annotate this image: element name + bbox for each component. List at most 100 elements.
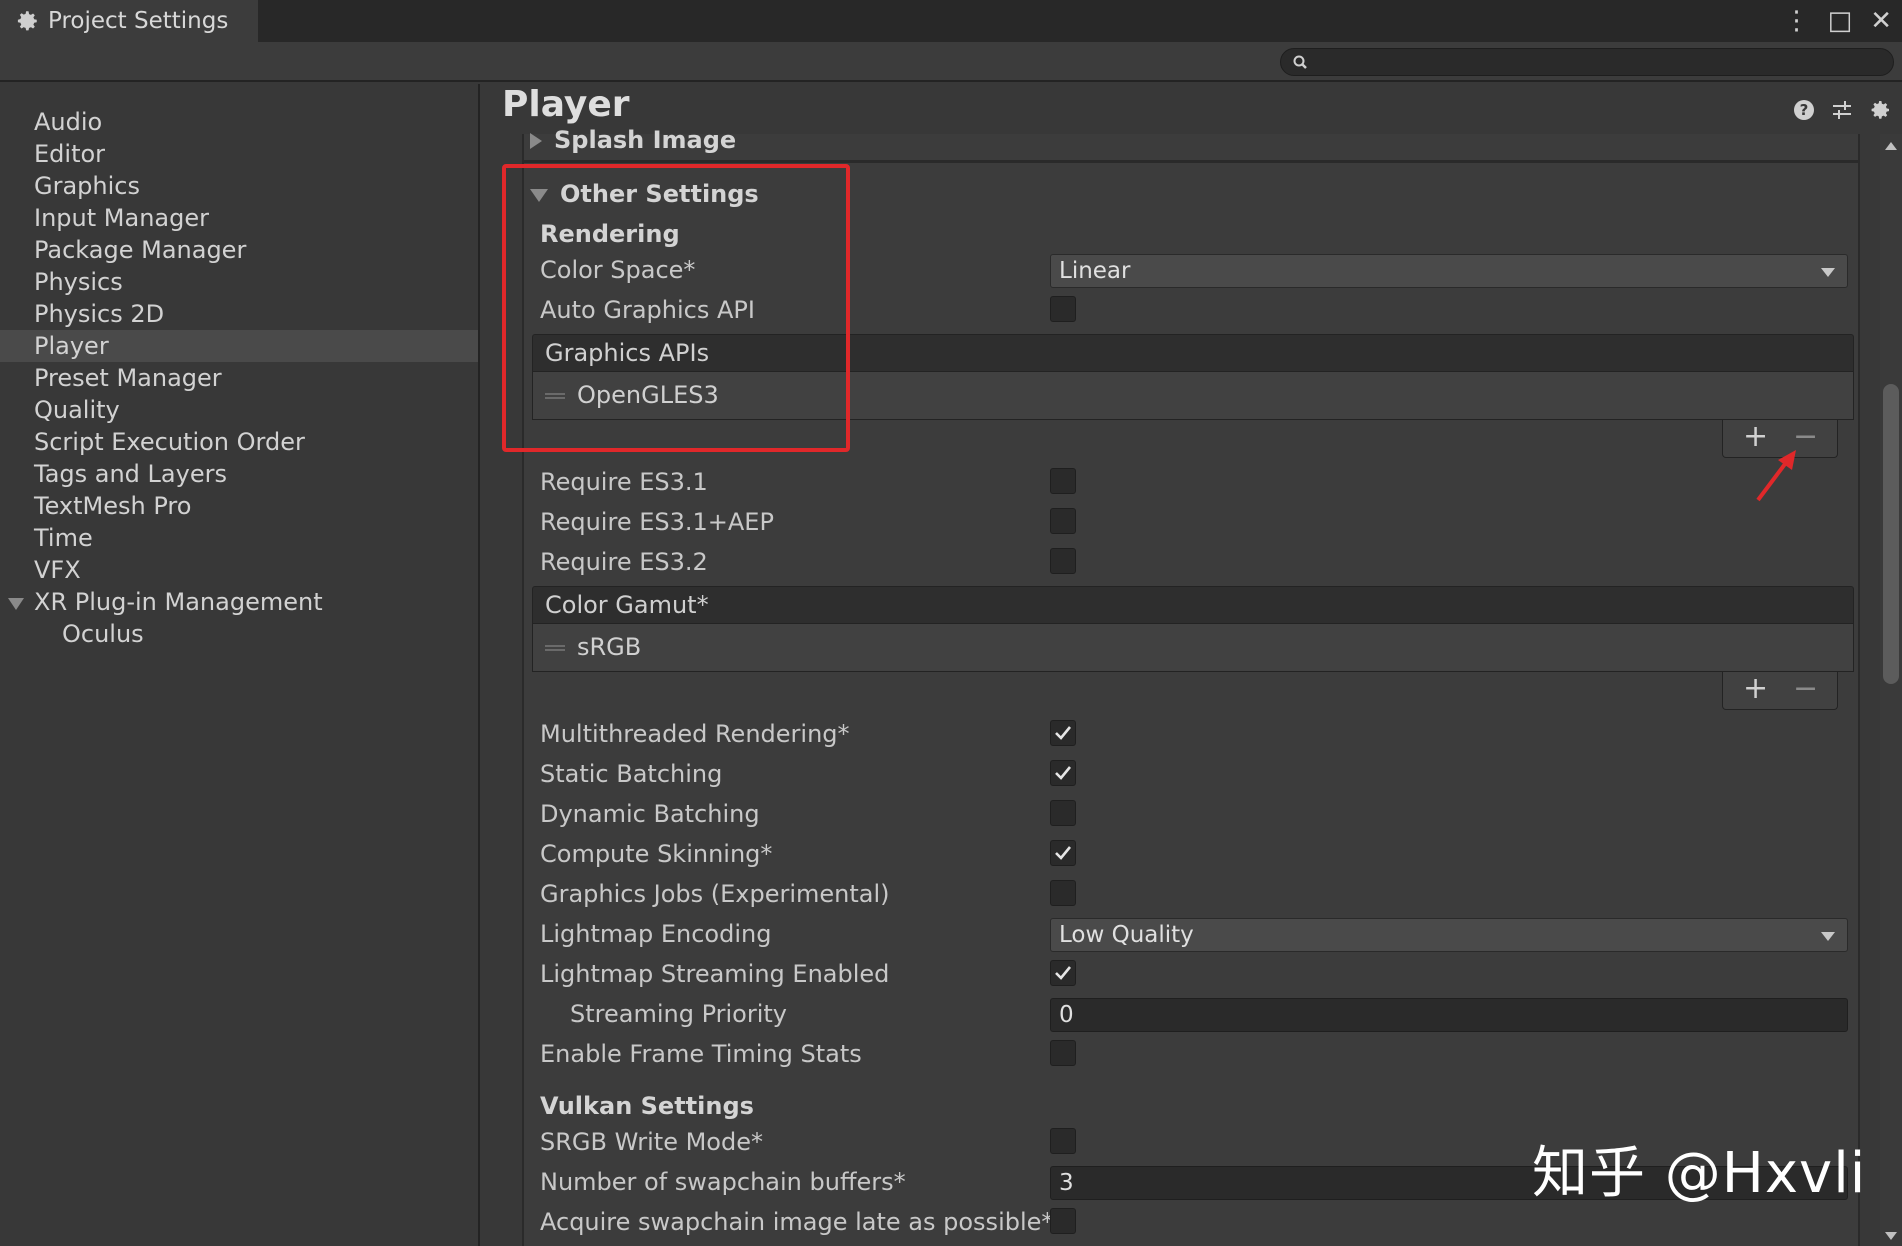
acquire-late-checkbox[interactable] (1050, 1208, 1076, 1234)
sidebar-item-label: Graphics (34, 172, 140, 200)
require-es31aep-checkbox[interactable] (1050, 508, 1076, 534)
sidebar-item-player[interactable]: Player (0, 330, 478, 362)
settings-sidebar: Audio Editor Graphics Input Manager Pack… (0, 84, 480, 1246)
color-space-dropdown[interactable]: Linear (1050, 254, 1848, 288)
dynamic-batching-checkbox[interactable] (1050, 800, 1076, 826)
require-es32-checkbox[interactable] (1050, 548, 1076, 574)
compute-skinning-row: Compute Skinning* (540, 838, 1850, 872)
sidebar-item-quality[interactable]: Quality (0, 394, 478, 426)
project-settings-tab[interactable]: Project Settings (0, 0, 258, 42)
streaming-priority-label: Streaming Priority (570, 1000, 787, 1028)
sidebar-item-script-execution-order[interactable]: Script Execution Order (0, 426, 478, 458)
search-icon (1293, 55, 1307, 69)
sidebar-item-vfx[interactable]: VFX (0, 554, 478, 586)
window-tab-bar: Project Settings ⋮ □ ✕ (0, 0, 1902, 42)
drag-handle-icon[interactable] (545, 393, 565, 399)
add-graphics-api-button[interactable]: + (1743, 422, 1768, 452)
sidebar-item-package-manager[interactable]: Package Manager (0, 234, 478, 266)
static-batching-row: Static Batching (540, 758, 1850, 792)
section-label: Other Settings (560, 180, 759, 208)
auto-graphics-api-row: Auto Graphics API (540, 294, 1850, 328)
frame-timing-checkbox[interactable] (1050, 1040, 1076, 1066)
dynamic-batching-row: Dynamic Batching (540, 798, 1850, 832)
project-settings-window: Project Settings ⋮ □ ✕ Audio Editor Grap… (0, 0, 1902, 1246)
compute-skinning-checkbox[interactable] (1050, 840, 1076, 866)
auto-graphics-api-checkbox[interactable] (1050, 296, 1076, 322)
graphics-jobs-label: Graphics Jobs (Experimental) (540, 880, 890, 908)
require-es32-label: Require ES3.2 (540, 548, 708, 576)
remove-color-gamut-button[interactable]: − (1793, 674, 1818, 704)
sidebar-item-time[interactable]: Time (0, 522, 478, 554)
sidebar-item-textmesh-pro[interactable]: TextMesh Pro (0, 490, 478, 522)
srgb-write-checkbox[interactable] (1050, 1128, 1076, 1154)
color-gamut-list-item[interactable]: sRGB (532, 624, 1854, 672)
vertical-scrollbar[interactable] (1880, 134, 1902, 1246)
sidebar-item-editor[interactable]: Editor (0, 138, 478, 170)
lightmap-encoding-dropdown[interactable]: Low Quality (1050, 918, 1848, 952)
sidebar-item-label: TextMesh Pro (34, 492, 192, 520)
drag-handle-icon[interactable] (545, 645, 565, 651)
expanded-triangle-icon (530, 188, 548, 202)
dropdown-arrow-icon (1821, 268, 1835, 277)
graphics-apis-list-header: Graphics APIs (532, 334, 1854, 372)
preset-icon[interactable] (1830, 98, 1854, 122)
lightmap-streaming-checkbox[interactable] (1050, 960, 1076, 986)
sidebar-item-audio[interactable]: Audio (0, 106, 478, 138)
sidebar-item-label: Tags and Layers (34, 460, 227, 488)
color-space-value: Linear (1059, 258, 1131, 284)
header-icons: ? (1792, 98, 1892, 122)
help-icon[interactable]: ? (1792, 98, 1816, 122)
page-title: Player (502, 84, 630, 125)
settings-gear-icon[interactable] (1868, 98, 1892, 122)
window-controls: ⋮ □ ✕ (1784, 6, 1892, 36)
scroll-down-icon[interactable] (1885, 1232, 1897, 1240)
require-es31-row: Require ES3.1 (540, 466, 1850, 500)
sidebar-item-xr-plugin-management[interactable]: XR Plug-in Management (0, 586, 478, 618)
lightmap-streaming-row: Lightmap Streaming Enabled (540, 958, 1850, 992)
color-space-row: Color Space* Linear (540, 254, 1850, 288)
require-es31aep-label: Require ES3.1+AEP (540, 508, 774, 536)
sidebar-item-graphics[interactable]: Graphics (0, 170, 478, 202)
sidebar-item-label: Package Manager (34, 236, 247, 264)
more-options-icon[interactable]: ⋮ (1784, 6, 1810, 36)
add-color-gamut-button[interactable]: + (1743, 674, 1768, 704)
graphics-jobs-checkbox[interactable] (1050, 880, 1076, 906)
graphics-api-list-item[interactable]: OpenGLES3 (532, 372, 1854, 420)
remove-graphics-api-button[interactable]: − (1793, 422, 1818, 452)
close-icon[interactable]: ✕ (1870, 6, 1892, 36)
sidebar-item-label: Physics 2D (34, 300, 165, 328)
acquire-late-label: Acquire swapchain image late as possible… (540, 1208, 1054, 1236)
static-batching-checkbox[interactable] (1050, 760, 1076, 786)
sidebar-item-oculus[interactable]: Oculus (0, 618, 478, 650)
scroll-up-icon[interactable] (1885, 142, 1897, 150)
sidebar-item-tags-and-layers[interactable]: Tags and Layers (0, 458, 478, 490)
sidebar-item-preset-manager[interactable]: Preset Manager (0, 362, 478, 394)
sidebar-item-input-manager[interactable]: Input Manager (0, 202, 478, 234)
gear-icon (17, 11, 37, 31)
scrollbar-thumb[interactable] (1883, 384, 1899, 684)
splash-image-foldout[interactable]: Splash Image (530, 126, 736, 154)
lightmap-encoding-label: Lightmap Encoding (540, 920, 772, 948)
search-input[interactable] (1280, 48, 1894, 76)
sidebar-item-physics-2d[interactable]: Physics 2D (0, 298, 478, 330)
checkmark-icon (1055, 966, 1072, 980)
auto-graphics-api-label: Auto Graphics API (540, 296, 755, 324)
color-gamut-list-footer: + − (1722, 672, 1838, 710)
streaming-priority-row: Streaming Priority 0 (540, 998, 1850, 1032)
other-settings-foldout[interactable]: Other Settings (530, 180, 759, 208)
multithreaded-rendering-checkbox[interactable] (1050, 720, 1076, 746)
maximize-icon[interactable]: □ (1828, 6, 1853, 36)
sidebar-item-label: Script Execution Order (34, 428, 305, 456)
compute-skinning-label: Compute Skinning* (540, 840, 773, 868)
inspector-main: Player ? Splash Image Other Settings Ren… (482, 84, 1902, 1246)
streaming-priority-field[interactable]: 0 (1050, 998, 1848, 1032)
player-settings-panel: Splash Image Other Settings Rendering Co… (522, 126, 1860, 1246)
static-batching-label: Static Batching (540, 760, 723, 788)
expand-triangle-icon[interactable] (8, 598, 24, 610)
require-es31-checkbox[interactable] (1050, 468, 1076, 494)
color-gamut-label: sRGB (577, 633, 642, 661)
lightmap-encoding-row: Lightmap Encoding Low Quality (540, 918, 1850, 952)
sidebar-item-physics[interactable]: Physics (0, 266, 478, 298)
checkmark-icon (1055, 766, 1072, 780)
sidebar-item-label: Physics (34, 268, 123, 296)
